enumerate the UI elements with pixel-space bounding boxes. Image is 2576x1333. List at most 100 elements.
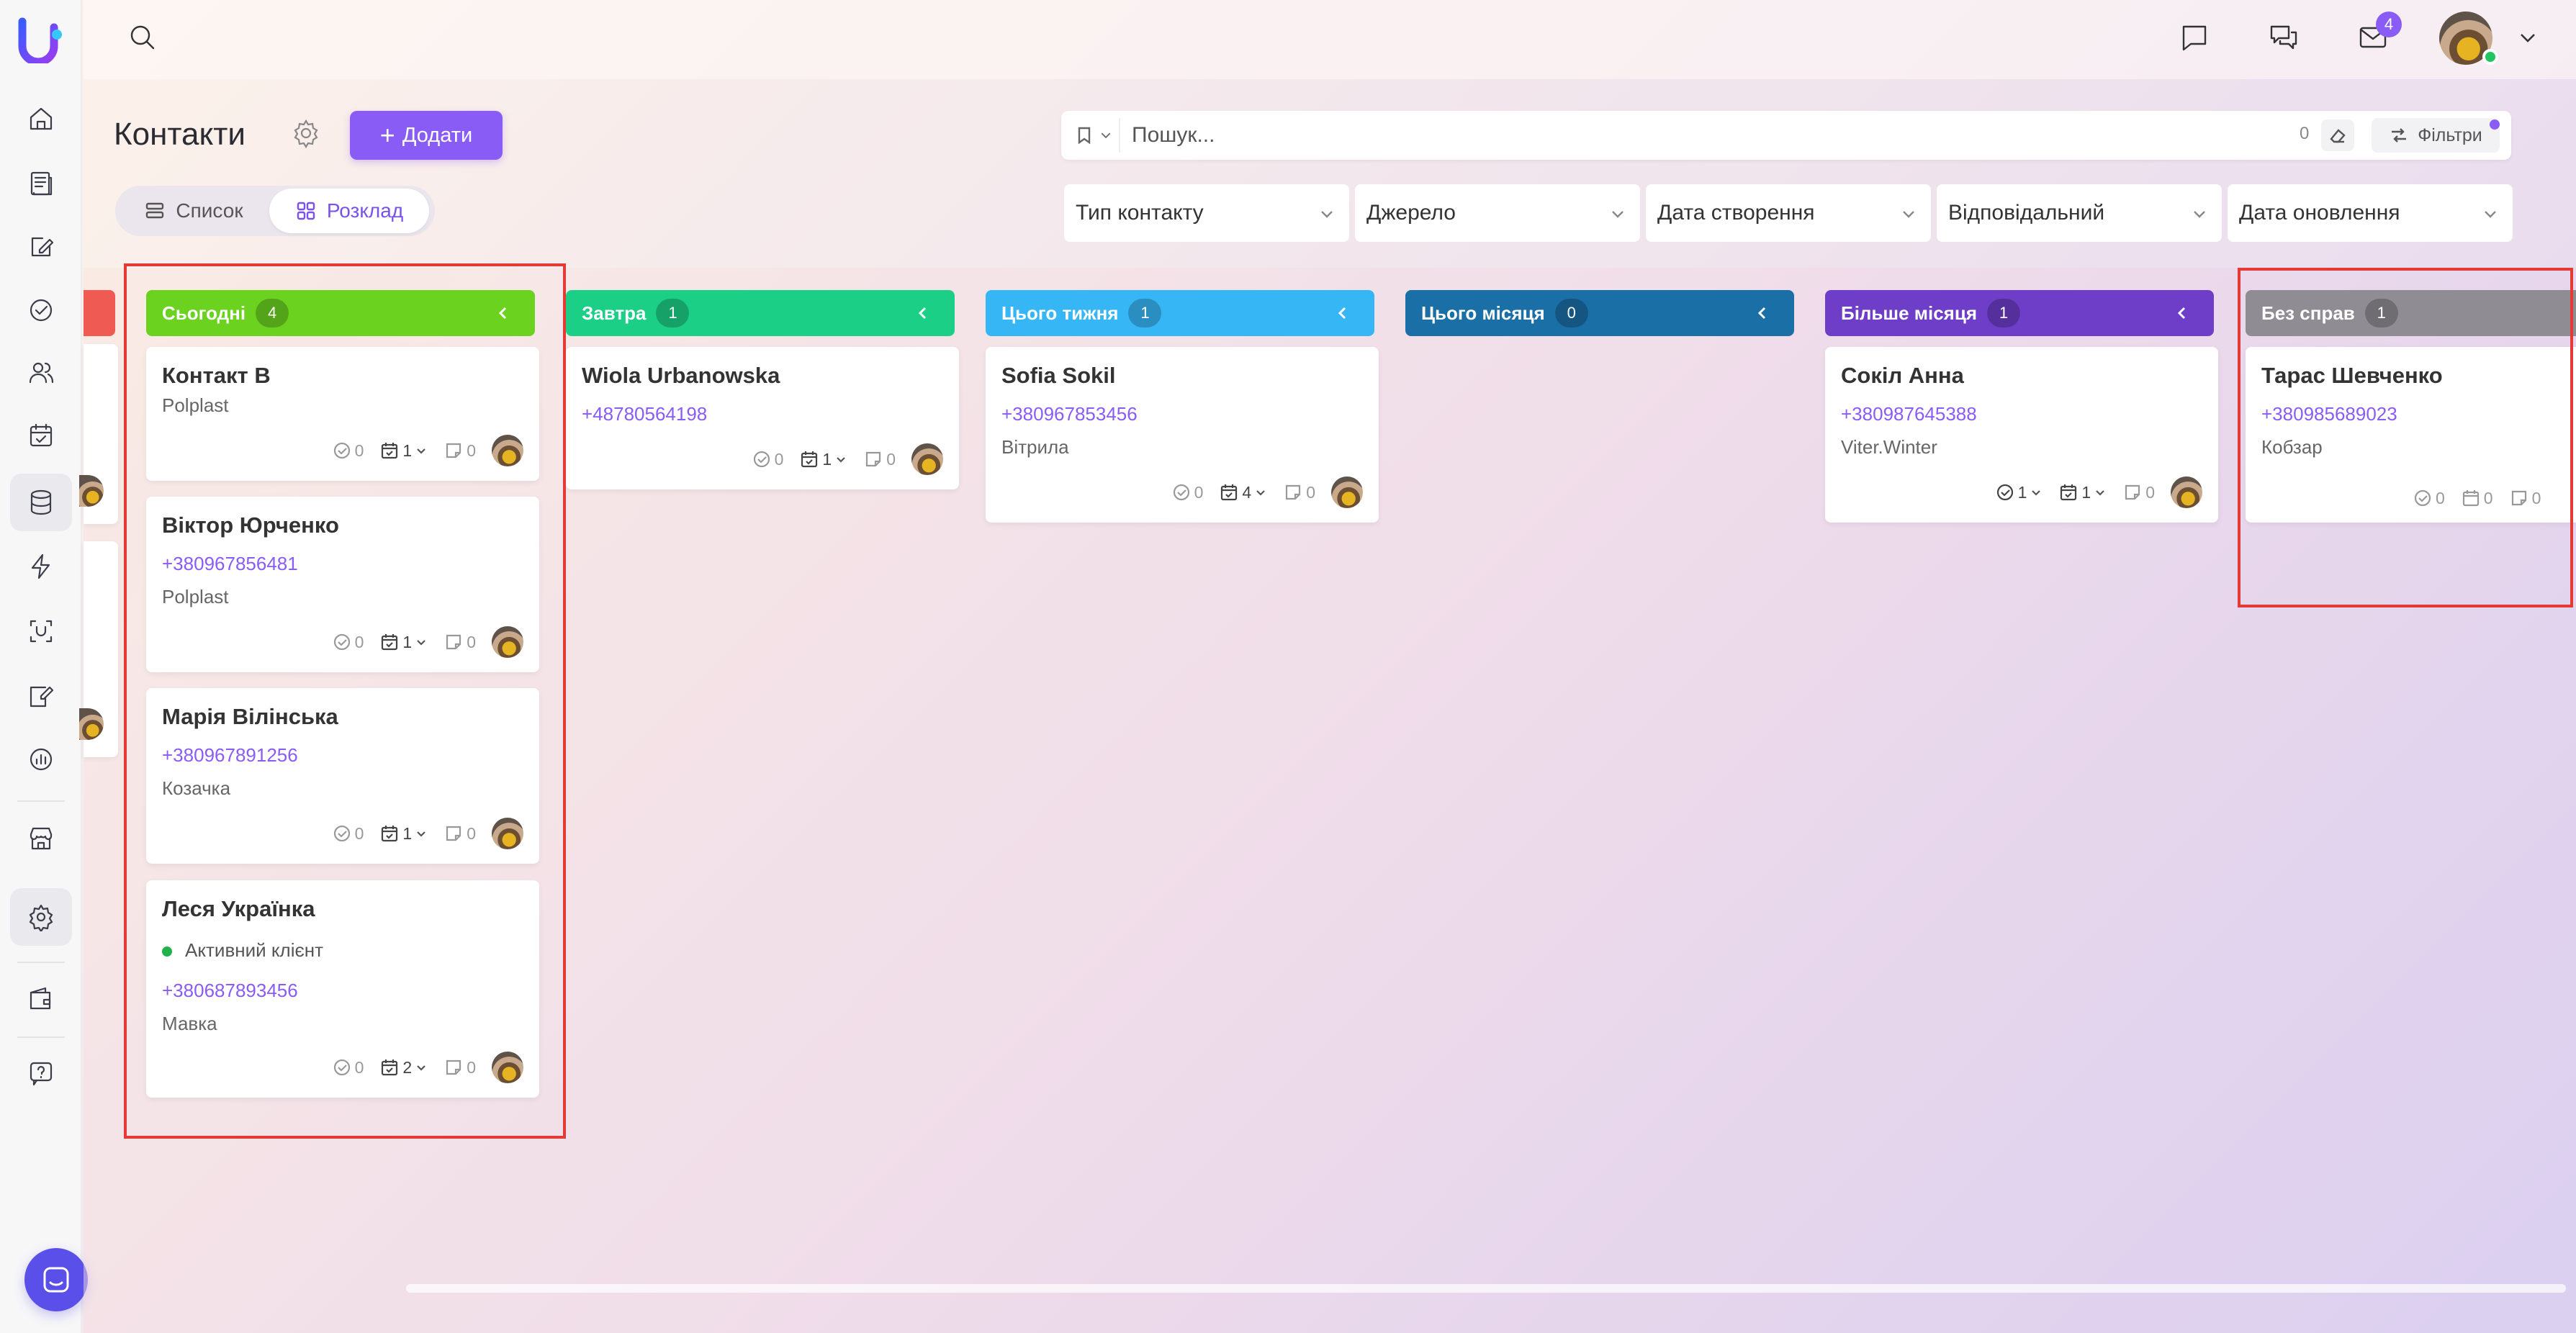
filter-label: Джерело bbox=[1366, 201, 1456, 225]
mail-badge: 4 bbox=[2376, 12, 2402, 37]
help-icon[interactable] bbox=[22, 1054, 60, 1093]
online-status-dot bbox=[2482, 49, 2498, 65]
mail-icon[interactable]: 4 bbox=[2354, 12, 2402, 56]
top-bar: 4 bbox=[84, 0, 2576, 79]
filter-label: Тип контакту bbox=[1076, 201, 1204, 225]
filters-button[interactable]: Фільтри bbox=[2372, 118, 2500, 153]
filter-responsible[interactable]: Відповідальний bbox=[1937, 184, 2222, 242]
filter-contact-type[interactable]: Тип контакту bbox=[1064, 184, 1349, 242]
filter-source[interactable]: Джерело bbox=[1355, 184, 1640, 242]
column-title: Більше місяця bbox=[1841, 302, 1978, 324]
collapse-chevron-icon[interactable] bbox=[1333, 303, 1353, 323]
deals-icon[interactable] bbox=[22, 164, 60, 203]
card-footer: 0 4 0 bbox=[1171, 476, 1363, 508]
support-chat-button[interactable] bbox=[24, 1248, 88, 1311]
tasks-count: 0 bbox=[774, 449, 784, 469]
column-count-badge: 1 bbox=[1987, 299, 2021, 327]
tasks-counter[interactable]: 0 bbox=[1171, 482, 1203, 502]
tasks-counter[interactable]: 0 bbox=[752, 449, 784, 469]
collapse-chevron-icon[interactable] bbox=[2172, 303, 2192, 323]
saved-filters-button[interactable] bbox=[1068, 118, 1120, 153]
notes-count: 0 bbox=[1306, 482, 1315, 502]
store-icon[interactable] bbox=[22, 819, 60, 858]
tab-list[interactable]: Список bbox=[118, 189, 269, 233]
gear-icon[interactable] bbox=[291, 118, 321, 149]
eraser-icon bbox=[2330, 129, 2346, 143]
events-counter[interactable]: 4 bbox=[1219, 482, 1267, 502]
contact-phone[interactable]: +380967853456 bbox=[1001, 403, 1138, 425]
task-check-icon bbox=[1173, 484, 1189, 501]
task-check-icon bbox=[1996, 484, 2013, 501]
analytics-icon[interactable] bbox=[22, 740, 60, 779]
home-icon[interactable] bbox=[22, 99, 60, 138]
sidebar bbox=[0, 0, 82, 1333]
notes-icon[interactable] bbox=[22, 227, 60, 266]
card-footer: 0 1 0 bbox=[752, 443, 943, 475]
column-header-this-month[interactable]: Цього місяця 0 bbox=[1405, 290, 1794, 336]
avatar[interactable] bbox=[2171, 476, 2202, 508]
contact-card[interactable]: Wiola Urbanowska +48780564198 0 1 0 bbox=[566, 347, 959, 489]
search-icon[interactable] bbox=[124, 19, 161, 56]
events-counter[interactable]: 1 bbox=[2058, 482, 2107, 502]
list-icon bbox=[146, 202, 164, 219]
app-logo[interactable] bbox=[18, 17, 64, 66]
calendar-icon[interactable] bbox=[22, 416, 60, 455]
grid-icon bbox=[297, 202, 315, 220]
chats-icon[interactable] bbox=[2265, 19, 2302, 56]
tasks-count: 1 bbox=[2017, 482, 2027, 502]
events-count: 4 bbox=[1242, 482, 1252, 502]
wallet-icon[interactable] bbox=[22, 979, 60, 1018]
column-header-tomorrow[interactable]: Завтра 1 bbox=[566, 290, 955, 336]
avatar[interactable] bbox=[911, 443, 943, 475]
contact-phone[interactable]: +48780564198 bbox=[582, 403, 707, 425]
scan-icon[interactable] bbox=[22, 612, 60, 651]
calendar-check-icon bbox=[801, 451, 818, 468]
page-title: Контакти bbox=[114, 117, 246, 152]
collapse-chevron-icon[interactable] bbox=[1752, 303, 1773, 323]
contact-name: Сокіл Анна bbox=[1841, 363, 1964, 388]
chevron-down-icon bbox=[2194, 211, 2205, 218]
notes-counter[interactable]: 0 bbox=[863, 449, 896, 469]
settings-icon[interactable] bbox=[10, 888, 72, 946]
tasks-counter[interactable]: 1 bbox=[1995, 482, 2043, 502]
column-title: Цього місяця bbox=[1421, 302, 1545, 324]
notes-counter[interactable]: 0 bbox=[2122, 482, 2155, 502]
tab-list-label: Список bbox=[176, 199, 243, 222]
message-icon[interactable] bbox=[2176, 19, 2213, 56]
notes-counter[interactable]: 0 bbox=[1283, 482, 1315, 502]
contact-card[interactable]: Sofia Sokil +380967853456 Вітрила 0 4 0 bbox=[986, 347, 1379, 523]
chevron-down-icon[interactable] bbox=[2516, 26, 2540, 50]
column-count-badge: 0 bbox=[1554, 299, 1588, 327]
events-counter[interactable]: 1 bbox=[799, 449, 847, 469]
chevron-down-icon bbox=[1321, 211, 1333, 218]
chevron-down-icon bbox=[2096, 490, 2104, 496]
search-input[interactable] bbox=[1132, 117, 2241, 154]
campaign-icon[interactable] bbox=[22, 677, 60, 715]
contact-phone[interactable]: +380987645388 bbox=[1841, 403, 1977, 425]
contact-card[interactable]: Сокіл Анна +380987645388 Viter.Winter 1 … bbox=[1825, 347, 2218, 523]
contact-name: Wiola Urbanowska bbox=[582, 363, 780, 388]
database-icon[interactable] bbox=[10, 474, 72, 531]
filter-created-date[interactable]: Дата створення bbox=[1646, 184, 1931, 242]
calendar-check-icon bbox=[2061, 484, 2077, 501]
clear-search-button[interactable] bbox=[2321, 119, 2354, 151]
chevron-down-icon bbox=[1903, 211, 1914, 218]
column-count-badge: 1 bbox=[656, 299, 690, 327]
filter-updated-date[interactable]: Дата оновлення bbox=[2228, 184, 2513, 242]
column-header-more-than-month[interactable]: Більше місяця 1 bbox=[1825, 290, 2214, 336]
column-header-this-week[interactable]: Цього тижня 1 bbox=[986, 290, 1374, 336]
add-button[interactable]: + Додати bbox=[350, 111, 503, 160]
avatar[interactable] bbox=[1331, 476, 1363, 508]
chevron-down-icon bbox=[1612, 211, 1623, 218]
column-count-badge: 1 bbox=[1128, 299, 1162, 327]
tab-board[interactable]: Розклад bbox=[269, 189, 429, 233]
search-bar: 0 Фільтри bbox=[1061, 111, 2511, 160]
contacts-icon[interactable] bbox=[22, 353, 60, 392]
column-header-overdue[interactable] bbox=[84, 290, 115, 336]
sidebar-divider bbox=[17, 1036, 65, 1038]
automation-icon[interactable] bbox=[22, 547, 60, 586]
horizontal-scrollbar[interactable] bbox=[406, 1284, 2566, 1293]
tasks-icon[interactable] bbox=[22, 291, 60, 330]
highlight-box-today-column bbox=[124, 263, 566, 1139]
collapse-chevron-icon[interactable] bbox=[913, 303, 933, 323]
